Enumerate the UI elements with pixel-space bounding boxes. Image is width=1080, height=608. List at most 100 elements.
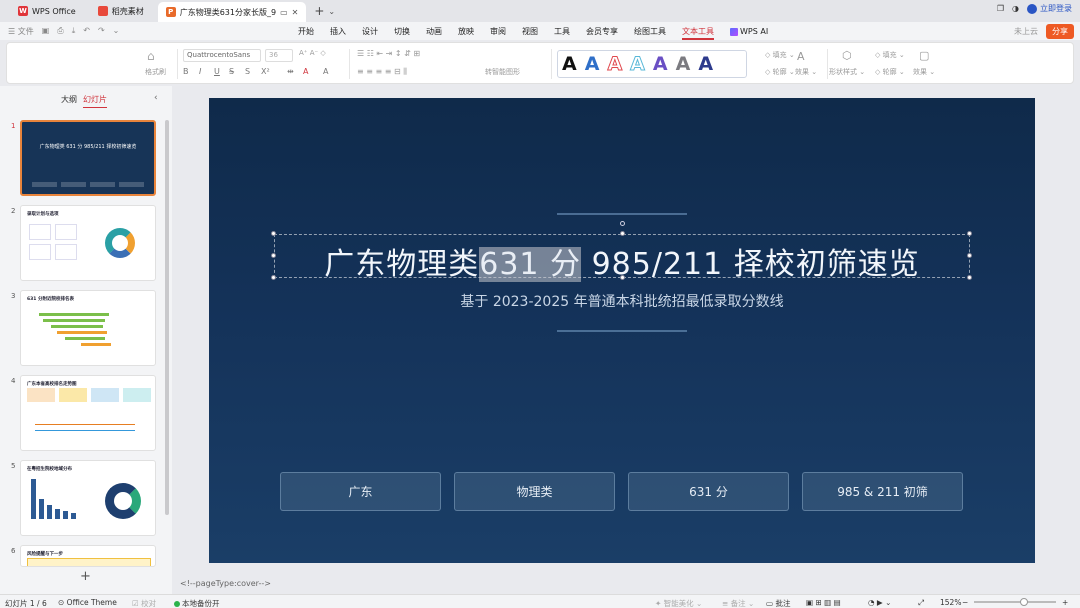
tab-document[interactable]: P 广东物理类631分家长版_9 ▭ ✕	[157, 2, 307, 22]
window-restore-icon[interactable]: ❐	[997, 4, 1004, 13]
superscript-icon[interactable]: X²	[261, 67, 270, 76]
resize-handle[interactable]	[271, 231, 276, 236]
undo-icon[interactable]: ↶	[83, 26, 90, 37]
proofread-button[interactable]: ☑ 校对	[132, 598, 156, 608]
art-style-1[interactable]: A	[562, 53, 577, 75]
list-icons[interactable]: ☰ ☷ ⇤ ⇥ ↕ ⇵ ⊞	[357, 49, 420, 58]
chevron-down-icon[interactable]: ⌄	[328, 7, 335, 16]
format-painter-button[interactable]: 格式刷	[145, 67, 166, 77]
cloud-status[interactable]: 未上云	[1014, 26, 1038, 37]
panel-scrollbar[interactable]	[165, 120, 169, 515]
tab-slides[interactable]: 幻灯片	[83, 94, 107, 108]
present-icons[interactable]: ◔ ▶ ⌄	[868, 598, 891, 607]
speaker-notes[interactable]: <!--pageType:cover-->	[180, 579, 271, 588]
menu-home[interactable]: 开始	[298, 26, 314, 37]
convert-smartart-button[interactable]: 转智能图形	[485, 67, 520, 77]
redo-icon[interactable]: ↷	[98, 26, 105, 37]
resize-handle[interactable]	[620, 231, 625, 236]
fit-icon[interactable]: ⤢	[918, 598, 924, 608]
menu-drawing-tools[interactable]: 绘图工具	[634, 26, 666, 37]
text-effect-icon[interactable]: A	[797, 50, 805, 63]
menu-review[interactable]: 审阅	[490, 26, 506, 37]
menu-text-tools[interactable]: 文本工具	[682, 26, 714, 40]
share-button[interactable]: 分享	[1046, 24, 1074, 39]
menu-transition[interactable]: 切换	[394, 26, 410, 37]
tag-score[interactable]: 631 分	[628, 472, 789, 511]
zoom-in-icon[interactable]: +	[1062, 598, 1068, 607]
align-icons[interactable]: ≡ ≡ ≡ ≡ ⊟ ⫼	[357, 67, 407, 77]
theme-icon[interactable]: ◑	[1012, 4, 1019, 13]
shadow-icon[interactable]: S	[245, 67, 250, 76]
login-button[interactable]: 立即登录	[1027, 3, 1072, 14]
zoom-slider-knob[interactable]	[1020, 598, 1028, 606]
zoom-out-icon[interactable]: −	[962, 598, 968, 607]
slide-subtitle[interactable]: 基于 2023-2025 年普通本科批统招最低录取分数线	[209, 291, 1035, 311]
close-tab-icon[interactable]: ✕	[292, 8, 299, 17]
text-effect-button[interactable]: 效果 ⌄	[795, 67, 817, 77]
shape-fill-button[interactable]: ◇ 填充 ⌄	[875, 50, 905, 60]
menu-wps-ai[interactable]: WPS AI	[730, 26, 768, 37]
collapse-panel-icon[interactable]: ‹	[154, 93, 158, 103]
italic-icon[interactable]: I	[199, 67, 201, 76]
art-style-7[interactable]: A	[698, 53, 713, 75]
notes-button[interactable]: ≡ 备注 ⌄	[722, 598, 754, 608]
slide-thumbnail-6[interactable]: 风险提醒与下一步	[20, 545, 156, 567]
smart-beautify-button[interactable]: ✦ 智能美化 ⌄	[655, 598, 702, 608]
resize-handle[interactable]	[967, 231, 972, 236]
tag-province[interactable]: 广东	[280, 472, 441, 511]
strike-icon[interactable]: S̶	[229, 67, 234, 76]
char-spacing-icon[interactable]: ⇹	[287, 67, 294, 76]
menu-animation[interactable]: 动画	[426, 26, 442, 37]
save-icon[interactable]: ▣	[42, 26, 50, 37]
menu-view[interactable]: 视图	[522, 26, 538, 37]
text-art-gallery[interactable]: A A A A A A A	[557, 50, 747, 78]
menu-tools[interactable]: 工具	[554, 26, 570, 37]
export-icon[interactable]: ⤓	[72, 26, 76, 37]
underline-icon[interactable]: U	[214, 67, 220, 76]
more-icon[interactable]: ⌄	[113, 26, 120, 37]
font-grow-icon[interactable]: A⁺ A⁻ ◇	[299, 49, 326, 57]
slide-thumbnail-4[interactable]: 广东本省高校排名走势图	[20, 375, 156, 451]
art-style-6[interactable]: A	[676, 53, 691, 75]
format-painter-icon[interactable]: ⌂	[147, 49, 155, 63]
slide-thumbnail-3[interactable]: 631 分附近院校排名表	[20, 290, 156, 366]
shape-style-button[interactable]: 形状样式 ⌄	[829, 67, 865, 77]
tab-outline[interactable]: 大纲	[61, 94, 77, 105]
menu-design[interactable]: 设计	[362, 26, 378, 37]
zoom-level[interactable]: 152%	[940, 598, 961, 607]
view-icons[interactable]: ▣ ⊞ ▥ ▤	[806, 598, 841, 607]
tab-docer[interactable]: 稻壳素材	[90, 2, 152, 20]
shape-outline-button[interactable]: ◇ 轮廓 ⌄	[875, 67, 905, 77]
font-size-select[interactable]: 36	[265, 49, 293, 62]
add-slide-icon[interactable]: +	[80, 569, 91, 584]
slide-thumbnail-1[interactable]: 广东物理类 631 分 985/211 择校初筛速览	[20, 120, 156, 196]
hamburger-menu-icon[interactable]: ☰ 文件	[8, 26, 34, 37]
highlight-icon[interactable]: A	[323, 67, 328, 76]
slide-thumbnail-2[interactable]: 录取计划与选项	[20, 205, 156, 281]
tag-filter[interactable]: 985 & 211 初筛	[802, 472, 963, 511]
menu-member[interactable]: 会员专享	[586, 26, 618, 37]
shape-effect-icon[interactable]: ▢	[919, 49, 929, 62]
slide-title[interactable]: 广东物理类631 分 985/211 择校初筛速览	[209, 239, 1035, 283]
font-name-select[interactable]: QuattrocentoSans	[183, 49, 261, 62]
menu-slideshow[interactable]: 放映	[458, 26, 474, 37]
bold-icon[interactable]: B	[183, 67, 189, 76]
new-tab-icon[interactable]: +	[314, 4, 324, 18]
comments-button[interactable]: ▭ 批注	[766, 598, 790, 608]
backup-status[interactable]: 本地备份开	[174, 598, 220, 608]
shape-effect-button[interactable]: 效果 ⌄	[913, 67, 935, 77]
tab-wps-office[interactable]: W WPS Office	[10, 2, 84, 20]
art-style-2[interactable]: A	[585, 53, 600, 75]
font-color-icon[interactable]: A	[303, 67, 308, 76]
theme-name[interactable]: ⊙ Office Theme	[58, 598, 117, 607]
menu-insert[interactable]: 插入	[330, 26, 346, 37]
shape-style-icon[interactable]: ⬡	[842, 49, 852, 62]
zoom-slider[interactable]	[974, 601, 1056, 603]
text-outline-button[interactable]: ◇ 轮廓 ⌄	[765, 67, 795, 77]
slide-thumbnail-5[interactable]: 在粤招生院校地域分布	[20, 460, 156, 536]
text-fill-button[interactable]: ◇ 填充 ⌄	[765, 50, 795, 60]
monitor-icon[interactable]: ▭	[280, 8, 288, 17]
art-style-5[interactable]: A	[653, 53, 668, 75]
art-style-3[interactable]: A	[607, 53, 623, 76]
art-style-4[interactable]: A	[630, 53, 646, 76]
